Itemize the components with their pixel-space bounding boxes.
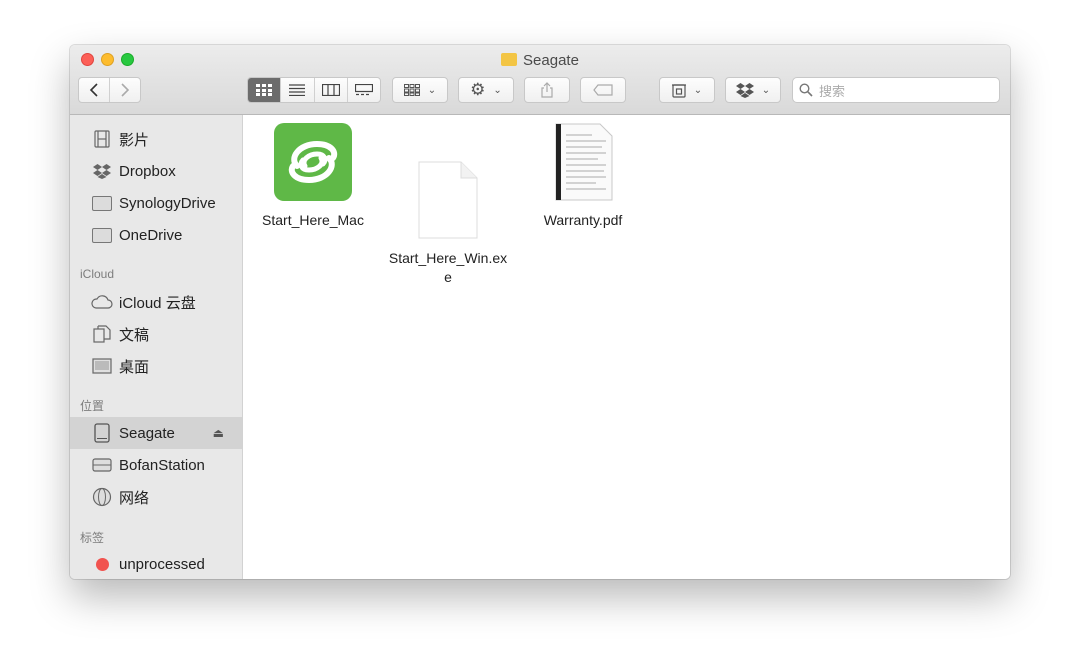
finder-window: Seagate ⌄ ⚙ ⌄ ⌄ ⌄ 搜索 影片 Dropbox Synology…: [70, 45, 1010, 579]
sidebar-item-dropbox[interactable]: Dropbox: [70, 156, 242, 186]
file-item[interactable]: Start_Here_Mac: [253, 123, 373, 230]
back-button[interactable]: [79, 78, 110, 102]
file-name: Warranty.pdf: [543, 212, 623, 228]
chevron-down-icon: ⌄: [427, 84, 437, 96]
sidebar-item-tag-unprocessed[interactable]: unprocessed: [70, 549, 242, 579]
icon-view-icon: [256, 84, 273, 96]
search-field[interactable]: 搜索: [792, 77, 1000, 103]
sidebar-item-label: BofanStation: [119, 456, 205, 474]
archive-button[interactable]: ⌄: [659, 77, 715, 103]
archive-icon: [671, 84, 686, 98]
forward-icon: [121, 83, 130, 97]
nav-buttons: [78, 77, 141, 103]
dropbox-icon: [91, 162, 113, 180]
drive-icon: [91, 423, 113, 443]
sidebar-section-icloud: iCloud: [80, 267, 115, 281]
sidebar-item-label: 桌面: [119, 358, 150, 376]
desktop-icon: [91, 357, 113, 375]
action-button[interactable]: ⚙ ⌄: [458, 77, 514, 103]
list-view-button[interactable]: [281, 78, 315, 102]
sidebar-item-network[interactable]: 网络: [70, 482, 242, 512]
sidebar-item-label: SynologyDrive: [119, 194, 216, 212]
sidebar-item-bofanstation[interactable]: BofanStation: [70, 450, 242, 480]
sidebar-item-label: Dropbox: [119, 162, 176, 180]
window-title: Seagate: [70, 52, 1010, 69]
file-name: Start_Here_Win.ex e: [388, 250, 508, 285]
sidebar-item-label: 网络: [119, 489, 150, 507]
eject-icon[interactable]: ⏏: [213, 426, 224, 440]
group-icon: [403, 84, 420, 96]
sidebar: 影片 Dropbox SynologyDrive OneDrive iCloud…: [70, 115, 243, 579]
title-bar: Seagate ⌄ ⚙ ⌄ ⌄ ⌄ 搜索: [70, 45, 1010, 115]
file-name: Start_Here_Mac: [262, 212, 364, 228]
sidebar-item-label: OneDrive: [119, 226, 183, 244]
chevron-down-icon: ⌄: [493, 84, 502, 96]
film-icon: [91, 130, 113, 148]
view-switcher: [247, 77, 381, 103]
sidebar-section-locations: 位置: [80, 399, 105, 413]
network-icon: [91, 487, 113, 507]
sidebar-item-seagate[interactable]: Seagate ⏏: [70, 417, 242, 449]
seagate-app-icon: [274, 123, 352, 201]
document-icon: [91, 325, 113, 343]
sidebar-item-documents[interactable]: 文稿: [70, 319, 242, 349]
drive-folder-icon: [501, 53, 518, 66]
gear-icon: ⚙: [470, 80, 486, 99]
folder-icon: [91, 194, 113, 212]
share-button[interactable]: [524, 77, 570, 103]
search-placeholder: 搜索: [819, 83, 846, 99]
sidebar-item-label: iCloud 云盘: [119, 294, 196, 312]
sidebar-item-onedrive[interactable]: OneDrive: [70, 220, 242, 250]
tag-icon: [593, 84, 613, 96]
tag-button[interactable]: [580, 77, 626, 103]
gallery-view-button[interactable]: [348, 78, 380, 102]
dropbox-button[interactable]: ⌄: [725, 77, 781, 103]
file-item[interactable]: Start_Here_Win.ex e: [388, 123, 508, 306]
window-title-text: Seagate: [523, 52, 579, 69]
search-icon: [799, 83, 813, 97]
forward-button[interactable]: [110, 78, 140, 102]
sidebar-item-label: unprocessed: [119, 555, 205, 573]
pdf-document-icon: [552, 123, 614, 201]
sidebar-item-label: 文稿: [119, 326, 150, 344]
file-item[interactable]: Warranty.pdf: [523, 123, 643, 230]
sidebar-item-desktop[interactable]: 桌面: [70, 351, 242, 381]
sidebar-section-tags: 标签: [80, 531, 105, 545]
cloud-icon: [91, 293, 113, 311]
share-icon: [541, 82, 553, 98]
list-view-icon: [289, 84, 306, 96]
back-icon: [89, 83, 98, 97]
sidebar-item-movies[interactable]: 影片: [70, 124, 242, 154]
sidebar-item-label: Seagate: [119, 424, 175, 442]
chevron-down-icon: ⌄: [693, 84, 703, 96]
file-browser-content: Start_Here_Mac Start_Here_Win.ex e Warra…: [243, 115, 1010, 579]
group-button[interactable]: ⌄: [392, 77, 448, 103]
blank-document-icon: [417, 142, 479, 239]
column-view-button[interactable]: [315, 78, 348, 102]
sidebar-item-synologydrive[interactable]: SynologyDrive: [70, 188, 242, 218]
folder-icon: [91, 226, 113, 244]
server-icon: [91, 456, 113, 474]
dropbox-icon: [735, 82, 754, 98]
icon-view-button[interactable]: [248, 78, 282, 102]
tag-dot-icon: [91, 555, 113, 573]
chevron-down-icon: ⌄: [761, 84, 771, 96]
sidebar-item-icloud-drive[interactable]: iCloud 云盘: [70, 287, 242, 317]
gallery-view-icon: [354, 84, 373, 96]
sidebar-item-label: 影片: [119, 131, 150, 149]
column-view-icon: [321, 84, 340, 96]
